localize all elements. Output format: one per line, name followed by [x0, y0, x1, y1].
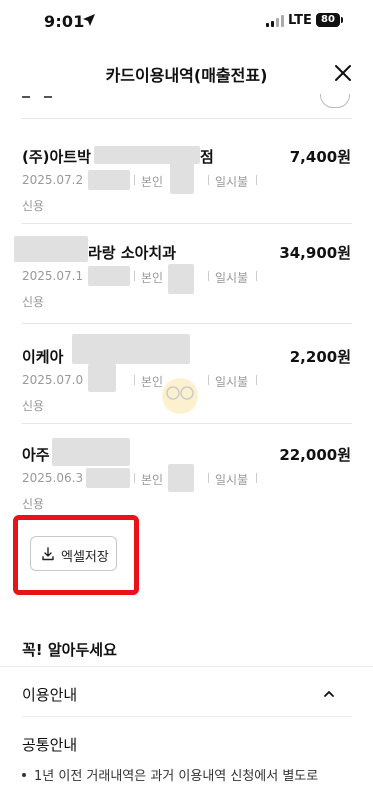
- separator: [134, 375, 135, 385]
- payment-type: 일시불: [215, 271, 249, 285]
- payment-type: 일시불: [215, 175, 249, 189]
- battery-icon: 80: [316, 13, 340, 27]
- notice-title: 꼭! 알아두세요: [22, 641, 117, 659]
- transaction-item[interactable]: 라랑 소아치과 34,900원 2025.07.1 본인 일시불 신용: [0, 236, 373, 332]
- partial-row: ···: [0, 94, 373, 118]
- blurred-text: [86, 468, 130, 488]
- card-kind: 신용: [22, 199, 45, 213]
- card-kind: 신용: [22, 295, 45, 309]
- amount: 7,400원: [289, 148, 351, 166]
- common-info-title: 공통안내: [22, 736, 78, 754]
- nav-bar: 카드이용내역(매출전표): [0, 50, 373, 94]
- separator: [256, 473, 257, 483]
- amount: 34,900원: [279, 244, 351, 262]
- blurred-text: [168, 264, 194, 294]
- date: 2025.06.3: [22, 471, 84, 485]
- merchant-name: (주)아트박: [22, 148, 91, 166]
- battery-tip: [341, 17, 343, 23]
- separator: [256, 175, 257, 185]
- owner: 본인: [141, 473, 164, 487]
- blurred-text: [88, 266, 130, 286]
- separator: [208, 473, 209, 483]
- status-bar: 9:01 LTE 80: [0, 0, 373, 44]
- separator: [208, 375, 209, 385]
- dash-mark: [44, 96, 52, 98]
- status-time: 9:01: [44, 12, 85, 31]
- blurred-text: [72, 334, 190, 364]
- merchant-name: 이케아: [22, 348, 64, 366]
- card-kind: 신용: [22, 497, 45, 511]
- divider: [22, 223, 352, 224]
- merchant-name: 라랑 소아치과: [88, 244, 177, 262]
- separator: [134, 175, 135, 185]
- card-kind: 신용: [22, 399, 45, 413]
- blurred-text: [88, 170, 130, 190]
- location-arrow-icon: [83, 14, 95, 26]
- blurred-text: [14, 236, 88, 262]
- merchant-name: 아주: [22, 446, 50, 464]
- network-label: LTE: [288, 13, 312, 28]
- divider: [22, 716, 352, 717]
- bullet-dot: [22, 773, 26, 777]
- chevron-up-icon[interactable]: [322, 687, 336, 701]
- separator: [134, 271, 135, 281]
- date: 2025.07.1: [22, 269, 84, 283]
- separator: [256, 271, 257, 281]
- merchant-suffix: 점: [200, 148, 214, 166]
- divider: [22, 323, 352, 324]
- usage-info-header[interactable]: 이용안내: [22, 684, 77, 705]
- amount: 2,200원: [289, 348, 351, 366]
- notice-bullet: 1년 이전 거래내역은 과거 이용내역 신청에서 별도로: [34, 769, 319, 784]
- highlight-box: [13, 515, 139, 595]
- separator: [256, 375, 257, 385]
- date: 2025.07.0: [22, 373, 84, 387]
- signal-icon: [266, 15, 286, 27]
- close-icon[interactable]: [334, 64, 352, 82]
- owner: 본인: [141, 175, 164, 189]
- blurred-text: [52, 438, 130, 466]
- payment-type: 일시불: [215, 375, 249, 389]
- dash-mark: [22, 96, 30, 98]
- blurred-text: [170, 160, 194, 194]
- payment-type: 일시불: [215, 473, 249, 487]
- separator: [208, 271, 209, 281]
- divider: [0, 666, 373, 667]
- more-icon[interactable]: ···: [320, 94, 350, 108]
- blurred-text: [168, 464, 194, 492]
- blurred-text: [88, 364, 116, 392]
- separator: [134, 473, 135, 483]
- divider: [22, 423, 352, 424]
- amount: 22,000원: [279, 446, 351, 464]
- divider: [22, 118, 352, 119]
- separator: [208, 175, 209, 185]
- date: 2025.07.2: [22, 173, 84, 187]
- page-title: 카드이용내역(매출전표): [105, 66, 268, 85]
- owner: 본인: [141, 271, 164, 285]
- watermark-icon: [162, 378, 198, 414]
